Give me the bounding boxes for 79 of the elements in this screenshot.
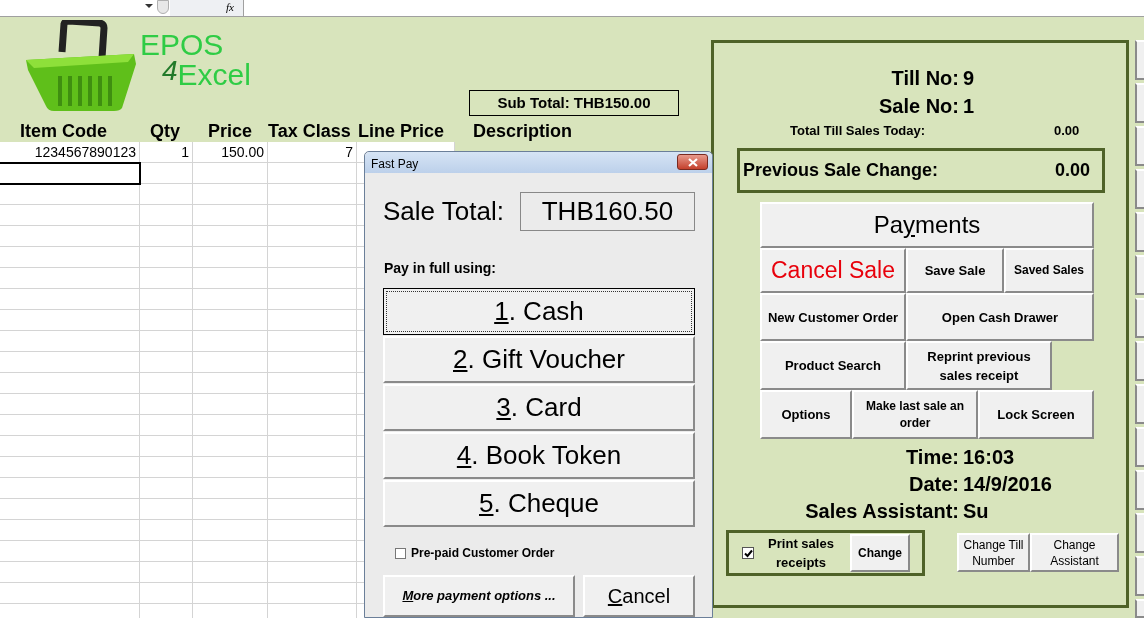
payment-button[interactable]: 5. Cheque	[383, 480, 695, 527]
cancel-sale-button[interactable]: Cancel Sale	[760, 248, 906, 293]
partial-button[interactable]	[1135, 126, 1144, 166]
prompt-text: Pay in full using:	[384, 259, 496, 278]
partial-button[interactable]	[1135, 83, 1144, 123]
change-till-button[interactable]: Change Till Number	[957, 533, 1030, 572]
info-value: 9	[963, 66, 975, 91]
column-header: Qty	[150, 120, 180, 143]
info-value: Su	[963, 499, 989, 524]
till-button[interactable]: Options	[760, 390, 852, 439]
info-value: 16:03	[963, 445, 1015, 470]
info-label: Time:	[906, 445, 959, 470]
payment-button[interactable]: 2. Gift Voucher	[383, 336, 695, 383]
checkbox-label: Print sales receipts	[767, 535, 835, 572]
till-button[interactable]: Product Search	[760, 341, 906, 390]
partial-button[interactable]	[1135, 470, 1144, 510]
check-icon	[743, 548, 753, 558]
change-value: 0.00	[1054, 159, 1090, 182]
partial-button[interactable]	[1135, 384, 1144, 424]
partial-button[interactable]	[1135, 513, 1144, 553]
sale-total-field: THB160.50	[520, 192, 695, 231]
cancel-button[interactable]: Cancel	[583, 575, 695, 617]
payments-button[interactable]: Payments	[760, 202, 1094, 248]
column-header: Price	[208, 120, 253, 143]
till-button[interactable]: New Customer Order	[760, 293, 906, 341]
total-sales-value: 0.00	[1054, 122, 1080, 140]
change-button[interactable]: Change	[850, 534, 910, 572]
till-button[interactable]: Save Sale	[906, 248, 1004, 293]
partial-button[interactable]	[1135, 341, 1144, 381]
partial-button[interactable]	[1135, 556, 1144, 596]
table-cell-text: 1234567890123	[33, 143, 137, 162]
column-header: Item Code	[20, 120, 107, 143]
logo-number: 4	[162, 58, 178, 84]
selected-cell[interactable]	[0, 162, 141, 185]
sale-total-label: Sale Total:	[383, 195, 504, 228]
dropdown-caret-icon[interactable]	[145, 4, 153, 8]
till-button[interactable]: Make last sale an order	[852, 390, 978, 439]
partial-button[interactable]	[1135, 298, 1144, 338]
info-label: Date:	[909, 472, 959, 497]
checkbox[interactable]	[395, 547, 406, 559]
close-icon	[687, 157, 698, 167]
sub-total: Sub Total: THB150.00	[469, 90, 679, 116]
splitter-handle[interactable]	[157, 0, 169, 14]
partial-button[interactable]	[1135, 599, 1144, 618]
till-button[interactable]: Open Cash Drawer	[906, 293, 1094, 341]
info-value: 1	[963, 94, 975, 119]
logo-text: Excel	[177, 60, 251, 90]
till-button[interactable]: Saved Sales	[1004, 248, 1094, 293]
till-button[interactable]: Lock Screen	[978, 390, 1094, 439]
column-header: Tax Class	[268, 120, 351, 143]
total-sales-label: Total Till Sales Today:	[790, 122, 926, 140]
close-button[interactable]	[677, 154, 708, 170]
function-label[interactable]: fx	[226, 0, 234, 14]
logo-text: EPOS	[140, 30, 225, 60]
column-header: Description	[473, 120, 573, 143]
partial-button[interactable]	[1135, 427, 1144, 467]
checkbox[interactable]	[742, 547, 754, 559]
basket-icon	[24, 20, 138, 112]
payment-button[interactable]: 3. Card	[383, 384, 695, 431]
info-value: 14/9/2016	[963, 472, 1052, 497]
partial-button[interactable]	[1135, 212, 1144, 252]
change-label: Previous Sale Change:	[743, 159, 939, 182]
table-cell-text: 7	[344, 143, 354, 162]
partial-button[interactable]	[1135, 255, 1144, 295]
info-label: Till No:	[891, 66, 959, 91]
checkbox-label[interactable]: Pre-paid Customer Order	[411, 544, 555, 562]
table-cell-text: 1	[180, 143, 190, 162]
dialog-title: Fast Pay	[371, 156, 419, 173]
column-header: Line Price	[358, 120, 445, 143]
partial-button[interactable]	[1135, 40, 1144, 80]
info-label: Sale No:	[878, 94, 959, 119]
payment-button[interactable]: 1. Cash	[383, 288, 695, 335]
partial-button[interactable]	[1135, 169, 1144, 209]
change-assistant-button[interactable]: Change Assistant	[1030, 533, 1119, 572]
table-cell-text: 150.00	[220, 143, 265, 162]
payment-button[interactable]: 4. Book Token	[383, 432, 695, 479]
till-button[interactable]: Reprint previous sales receipt	[906, 341, 1052, 390]
info-label: Sales Assistant:	[805, 499, 959, 524]
more-options-button[interactable]: More payment options ...	[383, 575, 575, 617]
